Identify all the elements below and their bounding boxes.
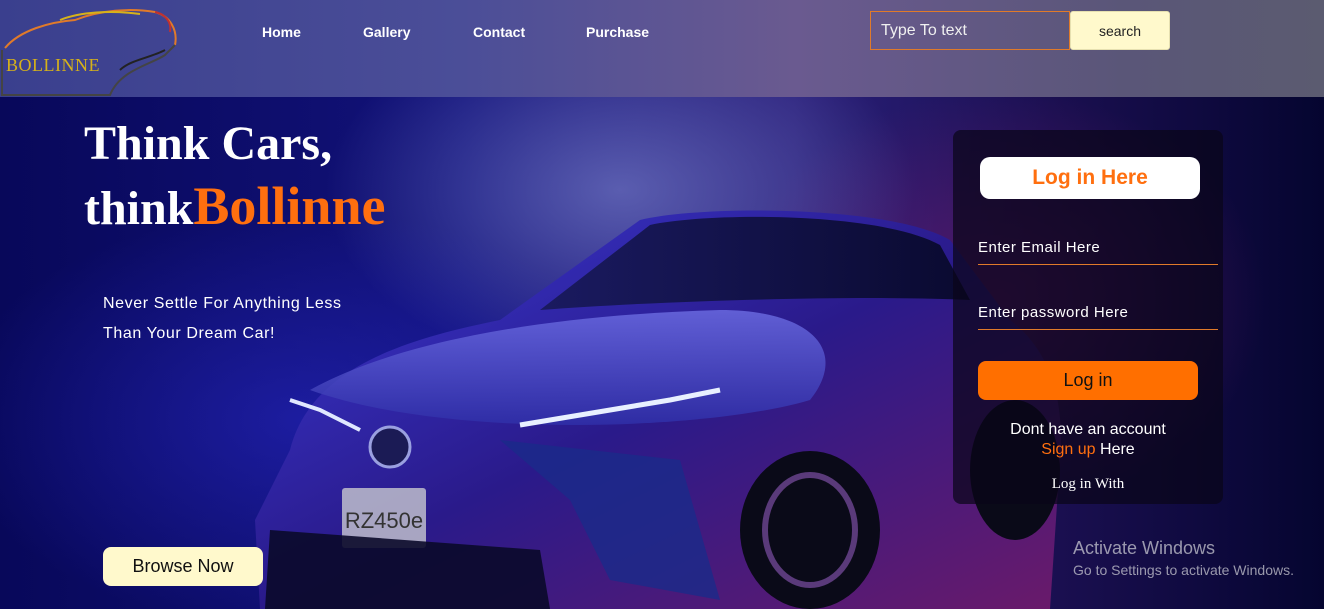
hero-title-line2: thinkBollinne (84, 175, 385, 240)
nav-home[interactable]: Home (262, 24, 301, 40)
hero-title-prefix: think (84, 182, 194, 235)
hero-tagline: Never Settle For Anything Less Than Your… (103, 289, 342, 349)
signup-link[interactable]: Sign up (1041, 441, 1095, 458)
top-header: BOLLINNE Home Gallery Contact Purchase s… (0, 0, 1324, 97)
hero-title-brand: Bollinne (193, 176, 386, 236)
login-button[interactable]: Log in (978, 361, 1198, 400)
car-logo-icon (1, 9, 177, 96)
search-input[interactable] (870, 11, 1070, 50)
search-button[interactable]: search (1070, 11, 1170, 50)
tagline-line2: Than Your Dream Car! (103, 325, 276, 342)
login-panel: Log in Here Log in Dont have an account … (953, 130, 1223, 504)
signup-line: Sign up Here (953, 441, 1223, 459)
hero-title-line1: Think Cars, (84, 117, 333, 170)
license-plate-text: RZ450e (345, 508, 423, 533)
nav-gallery[interactable]: Gallery (363, 24, 410, 40)
login-title: Log in Here (980, 157, 1200, 199)
logo-text: BOLLINNE (6, 55, 100, 75)
nav-contact[interactable]: Contact (473, 24, 525, 40)
email-field[interactable] (978, 231, 1218, 265)
no-account-text: Dont have an account (1010, 421, 1166, 438)
nav-purchase[interactable]: Purchase (586, 24, 649, 40)
logo[interactable]: BOLLINNE (0, 0, 180, 97)
watermark-title: Activate Windows (1073, 538, 1216, 558)
activate-windows-watermark: Activate Windows Go to Settings to activ… (1073, 538, 1294, 578)
tagline-line1: Never Settle For Anything Less (103, 295, 342, 312)
car-image: RZ450e (255, 210, 1061, 609)
signup-suffix: Here (1095, 441, 1135, 458)
hero-title: Think Cars, thinkBollinne (84, 113, 385, 240)
login-with-text: Log in With (1051, 476, 1125, 492)
watermark-subtitle: Go to Settings to activate Windows. (1073, 562, 1294, 578)
browse-now-button[interactable]: Browse Now (103, 547, 263, 586)
password-field[interactable] (978, 296, 1218, 330)
